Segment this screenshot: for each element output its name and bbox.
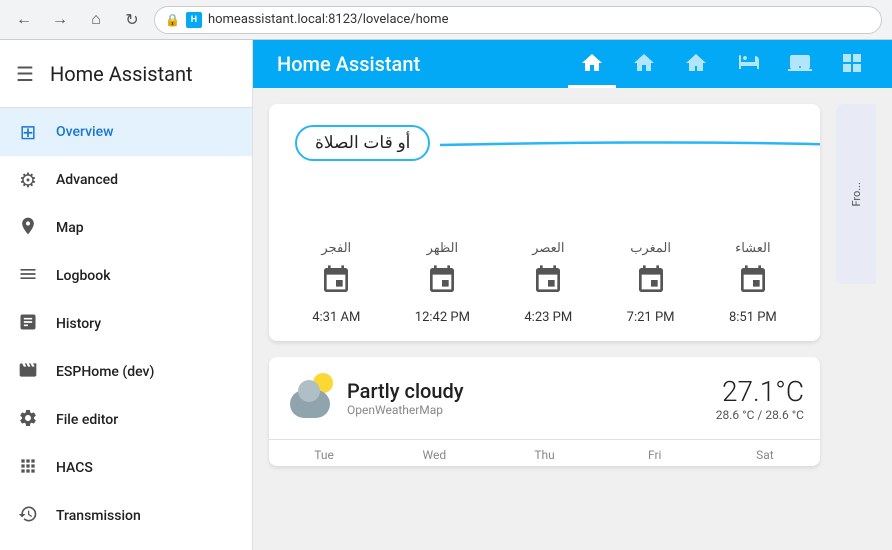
cards-column: أو قات الصلاة الفجر [269,104,820,534]
weather-source: OpenWeatherMap [347,403,704,417]
top-bar-title: Home Assistant [269,52,564,76]
history-label: History [56,316,101,332]
file-editor-label: File editor [56,412,118,428]
weather-condition: Partly cloudy [347,379,704,403]
main-content: Home Assistant [253,40,892,550]
history-icon [16,312,40,337]
weather-card-inner: Partly cloudy OpenWeatherMap 27.1°C 28.6… [269,357,820,439]
map-label: Map [56,220,84,236]
app-layout: ☰ Home Assistant ⊞ Overview ⚙ Advanced M… [0,40,892,550]
address-bar[interactable]: 🔒 H homeassistant.local:8123/lovelace/ho… [154,6,882,34]
home-button[interactable]: ⌂ [82,6,110,34]
sidebar: ☰ Home Assistant ⊞ Overview ⚙ Advanced M… [0,40,253,550]
sidebar-item-esphome[interactable]: ESPHome (dev) [0,348,252,396]
logbook-label: Logbook [56,268,111,284]
prayer-annotation-bubble: أو قات الصلاة [295,125,430,161]
day-thu: Thu [489,448,599,462]
sidebar-item-history[interactable]: History [0,300,252,348]
cloud-icon [290,390,330,418]
weather-temperature: 27.1°C [716,375,804,408]
prayer-dhuhr: الظهر 12:42 PM [415,240,470,325]
sidebar-title: Home Assistant [50,62,193,86]
weather-range: 28.6 °C / 28.6 °C [716,408,804,422]
day-wed: Wed [379,448,489,462]
prayer-isha: العشاء 8:51 PM [729,240,777,325]
transmission-label: Transmission [56,508,141,524]
sidebar-header: ☰ Home Assistant [0,40,252,108]
sidebar-item-file-editor[interactable]: File editor [0,396,252,444]
esphome-icon [16,360,40,385]
day-fri: Fri [600,448,710,462]
tab-home[interactable] [568,40,616,88]
top-bar: Home Assistant [253,40,892,88]
overview-label: Overview [56,124,113,140]
sidebar-item-map[interactable]: Map [0,204,252,252]
back-button[interactable]: ← [10,6,38,34]
tab-home2[interactable] [672,40,720,88]
day-sat: Sat [710,448,820,462]
advanced-label: Advanced [56,172,118,188]
prayer-maghrib: المغرب 7:21 PM [627,240,675,325]
advanced-icon: ⚙ [16,168,40,192]
right-partial: Fro... [836,104,876,534]
prayer-times-card: أو قات الصلاة الفجر [269,104,820,341]
tab-person[interactable] [620,40,668,88]
transmission-icon [16,504,40,529]
sidebar-item-overview[interactable]: ⊞ Overview [0,108,252,156]
map-icon [16,216,40,241]
sidebar-nav: ⊞ Overview ⚙ Advanced Map Logbook [0,108,252,550]
lock-icon: 🔒 [165,13,180,27]
browser-bar: ← → ⌂ ↻ 🔒 H homeassistant.local:8123/lov… [0,0,892,40]
sidebar-item-transmission[interactable]: Transmission [0,492,252,540]
favicon: H [186,12,202,28]
weather-info: Partly cloudy OpenWeatherMap [347,379,704,417]
hacs-label: HACS [56,460,93,476]
prayer-times-row: الفجر 4:31 AM الظهر 12:42 [285,240,804,325]
url-text: homeassistant.local:8123/lovelace/home [208,12,449,27]
hamburger-icon[interactable]: ☰ [16,62,34,86]
overview-icon: ⊞ [16,120,40,144]
day-row: Tue Wed Thu Fri Sat [269,439,820,466]
sidebar-item-logbook[interactable]: Logbook [0,252,252,300]
reload-button[interactable]: ↻ [118,6,146,34]
weather-temp-area: 27.1°C 28.6 °C / 28.6 °C [716,375,804,422]
logbook-icon [16,264,40,289]
tab-grid[interactable] [828,40,876,88]
prayer-asr: العصر 4:23 PM [524,240,572,325]
weather-card: Partly cloudy OpenWeatherMap 27.1°C 28.6… [269,357,820,466]
sidebar-item-hacs[interactable]: HACS [0,444,252,492]
forward-button[interactable]: → [46,6,74,34]
sidebar-item-advanced[interactable]: ⚙ Advanced [0,156,252,204]
file-editor-icon [16,408,40,433]
hacs-icon [16,456,40,481]
tab-bathtub[interactable] [724,40,772,88]
prayer-fajr: الفجر 4:31 AM [312,240,360,325]
content-area: أو قات الصلاة الفجر [253,88,892,550]
right-card-partial: Fro... [836,104,876,284]
day-tue: Tue [269,448,379,462]
weather-icon [285,373,335,423]
tab-monitor[interactable] [776,40,824,88]
partial-text: Fro... [850,182,863,207]
esphome-label: ESPHome (dev) [56,364,154,380]
